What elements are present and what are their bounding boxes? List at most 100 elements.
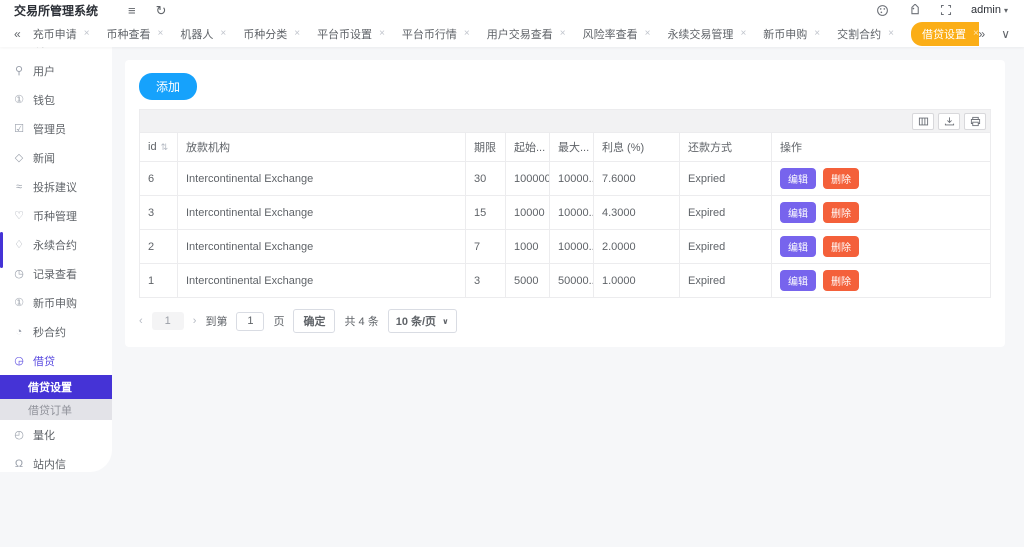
feedback-icon: ≈ (15, 180, 23, 193)
records-clock-icon: ◷ (14, 268, 24, 280)
column-header-label: 操作 (780, 142, 802, 154)
tab-close-icon[interactable]: × (220, 28, 226, 39)
tab-label: 充币申请 (32, 28, 77, 41)
column-header-label: 放款机构 (186, 142, 230, 154)
sidebar-item-新闻[interactable]: ◇ 新闻 (0, 143, 112, 172)
tab-close-icon[interactable]: × (645, 28, 651, 39)
cell-institution: Intercontinental Exchange (177, 229, 466, 264)
sidebar-item-新币申购[interactable]: ① 新币申购 (0, 288, 112, 317)
tab-用户交易查看[interactable]: 用户交易查看 × (487, 26, 566, 42)
tab-close-icon[interactable]: × (740, 28, 746, 39)
refresh-icon[interactable]: ↻ (156, 4, 167, 17)
cell-institution: Intercontinental Exchange (177, 195, 466, 230)
tab-交割合约[interactable]: 交割合约 × (837, 26, 894, 42)
cell-repayment: Expired (679, 263, 772, 298)
tab-close-icon[interactable]: × (294, 28, 300, 39)
sidebar-collapse-icon[interactable]: ≡ (128, 4, 136, 17)
delete-button[interactable]: 删除 (823, 270, 859, 291)
sidebar-menu: ⚙设置⚲用户①钱包☑管理员◇新闻≈投拆建议♡币种管理♢永续合约◷记录查看①新币申… (0, 27, 112, 478)
table-row: 3Intercontinental Exchange151000010000..… (139, 195, 991, 230)
delete-button[interactable]: 删除 (823, 236, 859, 257)
column-header-id[interactable]: id ⇅ (139, 132, 178, 162)
table-row: 1Intercontinental Exchange3500050000...1… (139, 263, 991, 298)
tab-平台币行情[interactable]: 平台币行情 × (402, 26, 470, 42)
cell-start: 1000 (505, 229, 550, 264)
sidebar-item-label: 永续合约 (33, 239, 77, 252)
edit-button[interactable]: 编辑 (780, 202, 816, 223)
tab-充币申请[interactable]: 充币申请 × (33, 26, 90, 42)
tab-close-icon[interactable]: × (464, 28, 470, 39)
tab-永续交易管理[interactable]: 永续交易管理 × (667, 26, 746, 42)
table-row: 6 Intercontinental Exchange 30 100000 10000.… (139, 161, 991, 196)
tab-label: 永续交易管理 (667, 28, 734, 41)
sort-icon[interactable]: ⇅ (161, 142, 169, 152)
tab-平台币设置[interactable]: 平台币设置 × (317, 26, 385, 42)
sidebar-item-投拆建议[interactable]: ≈ 投拆建议 (0, 172, 112, 201)
cell-actions: 编辑 删除 (771, 229, 991, 264)
tab-label: 币种查看 (106, 28, 151, 41)
next-page-icon[interactable]: › (193, 315, 197, 327)
tab-close-icon[interactable]: × (379, 28, 385, 39)
sidebar-item-币种管理[interactable]: ♡ 币种管理 (0, 201, 112, 230)
tab-币种分类[interactable]: 币种分类 × (243, 26, 300, 42)
sidebar: ⚙设置⚲用户①钱包☑管理员◇新闻≈投拆建议♡币种管理♢永续合约◷记录查看①新币申… (0, 20, 112, 472)
tab-借贷设置[interactable]: 借贷设置 × (910, 21, 979, 46)
sidebar-item-站内信[interactable]: Ω 站内信 (0, 449, 112, 478)
delete-button[interactable]: 删除 (823, 168, 859, 189)
tab-风险率查看[interactable]: 风险率查看 × (583, 26, 651, 42)
sidebar-subitem-借贷设置[interactable]: 借贷设置 (0, 375, 112, 399)
tab-close-icon[interactable]: × (158, 28, 164, 39)
page-number-button[interactable]: 1 (151, 312, 184, 330)
column-header-操作: 操作 (771, 132, 991, 162)
tab-机器人[interactable]: 机器人 × (180, 26, 226, 42)
sidebar-subitem-借贷订单[interactable]: 借贷订单 (0, 399, 112, 420)
sidebar-item-量化[interactable]: ◴ 量化 (0, 420, 112, 449)
cell-term: 3 (465, 263, 506, 298)
sidebar-item-借贷[interactable]: ◶ 借贷 (0, 346, 112, 375)
sidebar-item-秒合约[interactable]: ◔ 秒合约 (0, 317, 112, 346)
cell-institution: Intercontinental Exchange (177, 263, 466, 298)
sidebar-item-记录查看[interactable]: ◷ 记录查看 (0, 259, 112, 288)
goto-confirm-button[interactable]: 确定 (293, 309, 336, 333)
edit-button[interactable]: 编辑 (780, 270, 816, 291)
print-icon[interactable] (964, 112, 986, 130)
column-header-label: 期限 (474, 142, 496, 154)
tabs-scroll-right-icon[interactable]: » (979, 27, 986, 41)
tag-icon[interactable] (908, 3, 921, 17)
tab-close-icon[interactable]: × (84, 28, 90, 39)
page-unit-label: 页 (273, 316, 285, 328)
tab-新币申购[interactable]: 新币申购 × (763, 26, 820, 42)
sidebar-item-钱包[interactable]: ① 钱包 (0, 85, 112, 114)
sidebar-item-永续合约[interactable]: ♢ 永续合约 (0, 230, 112, 259)
edit-button[interactable]: 编辑 (780, 236, 816, 257)
tab-close-icon[interactable]: × (560, 28, 566, 39)
sidebar-item-label: 投拆建议 (33, 181, 77, 194)
goto-page-input[interactable] (236, 311, 265, 331)
cell-interest: 7.6000 (593, 161, 680, 196)
columns-toggle-icon[interactable] (912, 112, 934, 130)
export-icon[interactable] (938, 112, 960, 130)
admin-user-dropdown[interactable]: admin ▾ (971, 4, 1008, 16)
tab-close-icon[interactable]: × (814, 28, 820, 39)
sidebar-item-用户[interactable]: ⚲ 用户 (0, 56, 112, 85)
delete-button[interactable]: 删除 (823, 202, 859, 223)
tabs-collapse-icon[interactable]: ∨ (1001, 27, 1010, 41)
sidebar-item-label: 记录查看 (33, 268, 77, 281)
tabs-scroll-left-icon[interactable]: « (14, 27, 21, 41)
chevron-down-icon: ▾ (1003, 5, 1008, 15)
prev-page-icon[interactable]: ‹ (139, 315, 143, 327)
theme-palette-icon[interactable] (876, 4, 889, 17)
fullscreen-icon[interactable] (940, 4, 952, 16)
admin-user-label: admin (971, 4, 1001, 16)
column-header-label: 最大... (558, 142, 590, 154)
cell-interest: 1.0000 (593, 263, 680, 298)
edit-button[interactable]: 编辑 (780, 168, 816, 189)
sidebar-item-管理员[interactable]: ☑ 管理员 (0, 114, 112, 143)
sidebar-scrollbar-thumb[interactable] (0, 232, 3, 268)
tab-币种查看[interactable]: 币种查看 × (107, 26, 164, 42)
page-size-select[interactable]: 10 条/页 ∨ (387, 309, 457, 333)
lending-clock-icon: ◶ (14, 355, 24, 367)
column-header-最大...: 最大... (549, 132, 594, 162)
tab-close-icon[interactable]: × (888, 28, 894, 39)
add-button[interactable]: 添加 (139, 73, 198, 100)
